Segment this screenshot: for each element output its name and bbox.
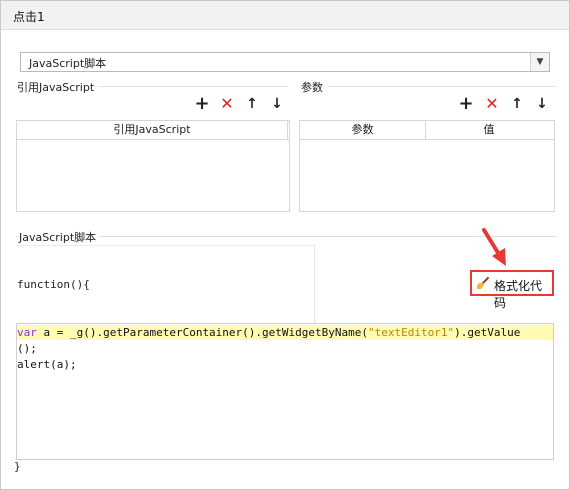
broom-icon	[477, 277, 489, 289]
param-value-column-header[interactable]: 值	[426, 121, 552, 139]
function-header: function(){	[17, 278, 90, 291]
ref-js-column-header[interactable]: 引用JavaScript	[17, 121, 288, 139]
params-table-header: 参数 值	[300, 121, 554, 140]
param-move-up-button[interactable]: ↑	[509, 96, 525, 112]
script-type-select[interactable]: JavaScript脚本 ▼	[20, 52, 550, 72]
code-line-1: var a = _g().getParameterContainer().get…	[17, 325, 553, 340]
format-code-label: 格式化代码	[494, 279, 543, 310]
ref-js-delete-button[interactable]: ✕	[219, 96, 235, 112]
params-table[interactable]: 参数 值	[299, 120, 555, 212]
ref-js-table-header: 引用JavaScript	[17, 121, 289, 140]
code-line-2: ();	[17, 342, 37, 355]
ref-js-move-up-button[interactable]: ↑	[244, 96, 260, 112]
param-add-button[interactable]: +	[458, 95, 474, 113]
script-group-label: JavaScript脚本	[19, 229, 101, 245]
annotation-arrow-icon	[482, 228, 506, 266]
ref-js-move-down-button[interactable]: ↓	[269, 96, 285, 112]
ref-js-add-button[interactable]: +	[194, 95, 210, 113]
format-code-button[interactable]: 格式化代码	[470, 270, 554, 310]
chevron-down-icon[interactable]: ▼	[530, 53, 549, 71]
ref-js-group-label: 引用JavaScript	[17, 79, 99, 95]
code-editor[interactable]: var a = _g().getParameterContainer().get…	[16, 323, 554, 460]
param-move-down-button[interactable]: ↓	[534, 96, 550, 112]
title-bar: 点击1	[1, 1, 569, 30]
script-type-value: JavaScript脚本	[29, 57, 107, 70]
code-line-3: alert(a);	[17, 358, 77, 371]
param-delete-button[interactable]: ✕	[484, 96, 500, 112]
param-name-column-header[interactable]: 参数	[300, 121, 426, 139]
window-title: 点击1	[13, 10, 45, 24]
ref-js-table[interactable]: 引用JavaScript	[16, 120, 290, 212]
closing-brace: }	[14, 460, 21, 473]
params-group-label: 参数	[301, 79, 327, 95]
params-divider	[300, 86, 556, 87]
